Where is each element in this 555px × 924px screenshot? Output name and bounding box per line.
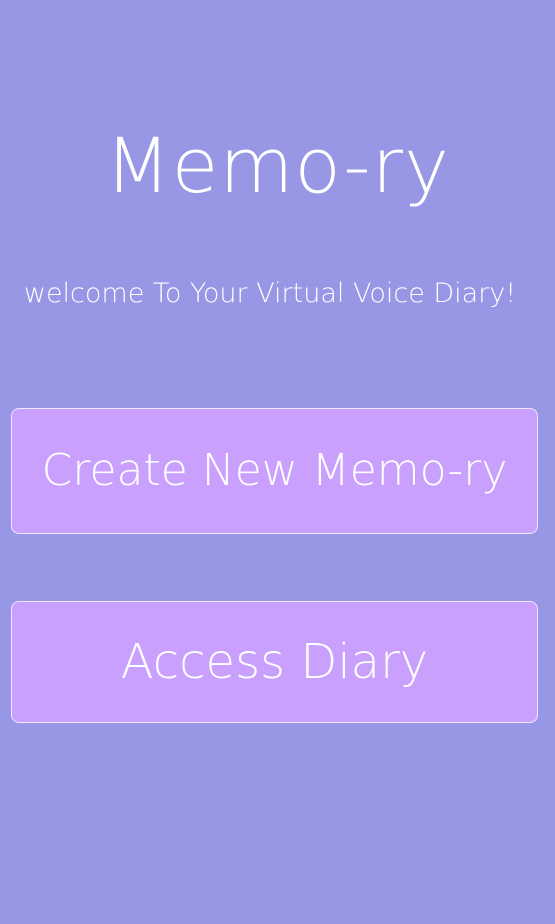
create-new-memory-button[interactable]: Create New Memo-ry	[11, 408, 538, 534]
access-diary-button[interactable]: Access Diary	[11, 601, 538, 723]
create-new-memory-label: Create New Memo-ry	[41, 444, 508, 496]
welcome-subtitle: welcome To Your Virtual Voice Diary!	[23, 278, 517, 309]
app-title: Memo-ry	[105, 121, 450, 210]
access-diary-label: Access Diary	[120, 633, 429, 690]
home-screen: Memo-ry welcome To Your Virtual Voice Di…	[0, 0, 555, 924]
